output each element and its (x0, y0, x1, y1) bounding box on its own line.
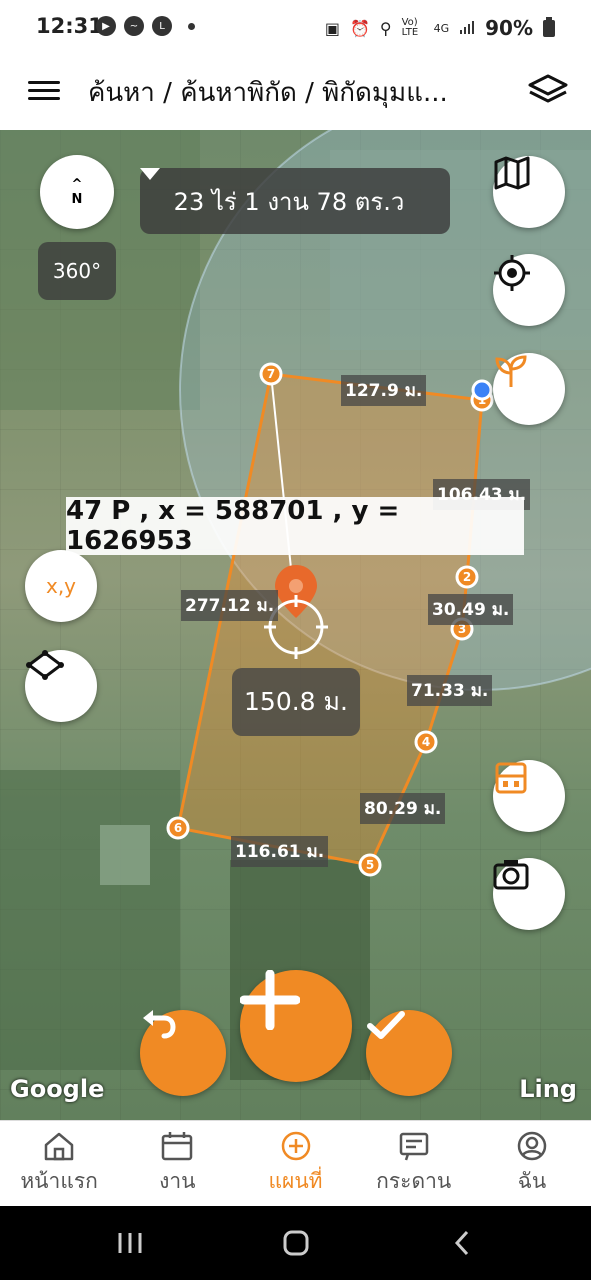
clipboard-icon (495, 762, 527, 794)
plus-icon (240, 970, 300, 1030)
app-bar: ค้นหา / ค้นหาพิกัด / พิกัดมุมแ... (0, 56, 591, 131)
pond (100, 825, 150, 885)
vertex-label: 5 (366, 858, 374, 872)
coordinate-readout: 47 P , x = 588701 , y = 1626953 (66, 496, 524, 556)
home-icon (44, 1132, 74, 1160)
area-dropdown[interactable]: 23 ไร่ 1 งาน 78 ตร.ว (140, 168, 450, 234)
sprout-icon (495, 355, 527, 387)
ling-watermark: Ling (519, 1075, 577, 1103)
nav-tasks-label: งาน (159, 1168, 196, 1193)
save-plot-button[interactable] (493, 760, 565, 832)
confirm-button[interactable] (366, 1010, 452, 1096)
rotation-button[interactable]: 360° (38, 242, 116, 300)
status-bar: 12:31 ▶ ~ L ▣ ⏰ ⚲ Vo) LTE 4G 90% (0, 0, 591, 56)
home-button-icon[interactable] (283, 1230, 309, 1256)
xy-coordinate-button[interactable]: x,y (25, 550, 97, 622)
nfc-icon: ▣ (324, 18, 340, 38)
edge-length-label: 30.49 ม. (428, 594, 514, 625)
volte-icon: Vo) LTE (401, 17, 419, 38)
add-point-button[interactable] (240, 970, 352, 1082)
battery-icon (543, 16, 555, 40)
nav-profile-label: ฉัน (517, 1168, 547, 1193)
vertex-label: 7 (267, 367, 275, 381)
signal-icon (459, 19, 475, 38)
more-notifications-dot (188, 22, 195, 30)
back-icon[interactable] (454, 1230, 469, 1256)
nav-tasks[interactable]: งาน (118, 1121, 236, 1207)
area-value: 23 ไร่ 1 งาน 78 ตร.ว (173, 187, 405, 216)
line-icon: L (152, 16, 172, 36)
compass-arrow-icon: ^ (71, 177, 83, 192)
gps-location-dot (471, 379, 493, 401)
recent-apps-icon[interactable] (118, 1233, 142, 1253)
check-icon (367, 1011, 405, 1039)
map-icon (494, 156, 530, 190)
nav-home[interactable]: หน้าแรก (0, 1121, 118, 1207)
compass-north-label: N (71, 192, 83, 207)
distance-readout: 150.8 ม. (232, 668, 360, 736)
polygon-icon (26, 650, 64, 680)
undo-icon (143, 1010, 176, 1039)
calendar-icon (162, 1131, 193, 1160)
camera-icon (493, 860, 529, 890)
location-icon: ⚲ (379, 18, 392, 38)
vertex-label: 4 (422, 735, 430, 749)
nav-profile[interactable]: ฉัน (473, 1121, 591, 1207)
breadcrumb-title: ค้นหา / ค้นหาพิกัด / พิกัดมุมแ... (88, 78, 448, 108)
google-attribution: Google (10, 1075, 105, 1103)
nav-board-label: กระดาน (376, 1168, 452, 1193)
bottom-navigation: หน้าแรก งาน แผนที่ กระดาน ฉัน (0, 1120, 591, 1207)
nav-board[interactable]: กระดาน (355, 1121, 473, 1207)
system-navigation-bar (0, 1206, 591, 1280)
polygon-tool-button[interactable] (25, 650, 97, 722)
camera-button[interactable] (493, 858, 565, 930)
plant-button[interactable] (493, 353, 565, 425)
map-type-button[interactable] (493, 156, 565, 228)
map-view[interactable]: 1 2 3 4 5 6 7 127.9 ม. 106.43 ม. 30.49 ม… (0, 130, 591, 1120)
nav-home-label: หน้าแรก (20, 1168, 98, 1193)
layers-icon[interactable] (527, 72, 569, 108)
target-icon (494, 255, 530, 291)
board-icon (399, 1132, 428, 1160)
status-notifications: ▶ ~ L (96, 16, 195, 36)
edge-length-label: 127.9 ม. (341, 375, 427, 406)
compass-button[interactable]: ^ N (40, 155, 114, 229)
edge-length-label: 80.29 ม. (360, 793, 446, 824)
edge-length-label: 277.12 ม. (181, 590, 279, 621)
my-location-button[interactable] (493, 254, 565, 326)
edge-length-label: 116.61 ม. (231, 836, 329, 867)
hamburger-icon[interactable] (28, 76, 60, 106)
status-time: 12:31 (36, 14, 103, 38)
battery-level: 90% (485, 16, 533, 40)
youtube-icon: ▶ (96, 16, 116, 36)
vertex-label: 2 (463, 570, 471, 584)
messenger-icon: ~ (124, 16, 144, 36)
map-plus-icon (281, 1131, 310, 1160)
alarm-icon: ⏰ (349, 18, 370, 38)
profile-icon (517, 1131, 547, 1160)
nav-map[interactable]: แผนที่ (236, 1121, 354, 1207)
4g-icon: 4G (433, 21, 450, 35)
nav-map-label: แผนที่ (268, 1168, 323, 1193)
edge-length-label: 71.33 ม. (407, 675, 493, 706)
vertex-label: 6 (174, 821, 182, 835)
status-system-icons: ▣ ⏰ ⚲ Vo) LTE 4G 90% (325, 16, 555, 40)
undo-button[interactable] (140, 1010, 226, 1096)
